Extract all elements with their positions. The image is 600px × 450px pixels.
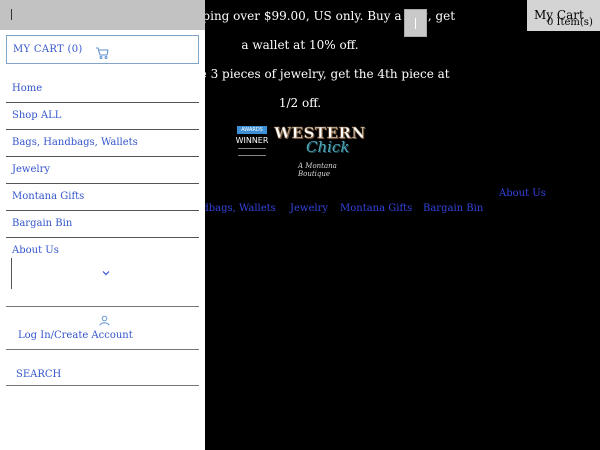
header-cart-count: 0 Item(s) bbox=[547, 17, 593, 28]
drawer-item-home[interactable]: Home bbox=[6, 76, 199, 103]
awards-winner-text: WINNER bbox=[235, 136, 269, 145]
search-button[interactable] bbox=[404, 9, 427, 37]
header-cart[interactable]: My Cart 0 Item(s) bbox=[527, 0, 600, 31]
drawer-item-shop-all[interactable]: Shop ALL bbox=[6, 103, 199, 130]
drawer-item-jewelry[interactable]: Jewelry bbox=[6, 157, 199, 184]
brand-logo-sub: A Montana Boutique bbox=[298, 162, 337, 178]
nav-jewelry[interactable]: Jewelry bbox=[290, 203, 328, 214]
close-icon[interactable] bbox=[11, 9, 12, 20]
user-icon bbox=[99, 315, 110, 326]
mobile-menu-drawer: MY CART (0) Home Shop ALL Bags, Handbags… bbox=[0, 0, 205, 450]
divider bbox=[6, 349, 199, 350]
drawer-item-bargain-bin[interactable]: Bargain Bin bbox=[6, 211, 199, 238]
search-input[interactable] bbox=[6, 364, 199, 386]
drawer-header bbox=[0, 0, 205, 30]
drawer-item-label: Montana Gifts bbox=[12, 191, 85, 202]
brand-logo-mid: Chick bbox=[306, 138, 350, 156]
drawer-item-label: Bags, Handbags, Wallets bbox=[12, 137, 138, 148]
drawer-item-label: Bargain Bin bbox=[12, 218, 73, 229]
drawer-select[interactable] bbox=[11, 258, 121, 289]
drawer-item-label: Jewelry bbox=[12, 164, 51, 175]
awards-ribbon-text: AWARDS bbox=[241, 127, 263, 133]
chevron-down-icon bbox=[102, 271, 110, 276]
divider bbox=[6, 306, 199, 307]
drawer-cart-button[interactable]: MY CART (0) bbox=[6, 35, 199, 64]
cart-icon bbox=[96, 47, 109, 59]
drawer-item-label: Shop ALL bbox=[12, 110, 62, 121]
drawer-item-montana-gifts[interactable]: Montana Gifts bbox=[6, 184, 199, 211]
awards-badge: AWARDS WINNER bbox=[234, 126, 270, 156]
drawer-item-label: About Us bbox=[12, 245, 59, 256]
brand-logo[interactable]: WESTERN Chick A Montana Boutique bbox=[274, 124, 366, 178]
login-link[interactable]: Log In/Create Account bbox=[18, 330, 133, 341]
drawer-cart-label: MY CART (0) bbox=[13, 44, 83, 55]
nav-about-us[interactable]: About Us bbox=[499, 188, 546, 199]
drawer-item-bags[interactable]: Bags, Handbags, Wallets bbox=[6, 130, 199, 157]
drawer-item-label: Home bbox=[12, 83, 43, 94]
nav-bargain-bin[interactable]: Bargain Bin bbox=[423, 203, 483, 214]
awards-fine-print bbox=[238, 148, 266, 156]
nav-montana-gifts[interactable]: Montana Gifts bbox=[340, 203, 412, 214]
